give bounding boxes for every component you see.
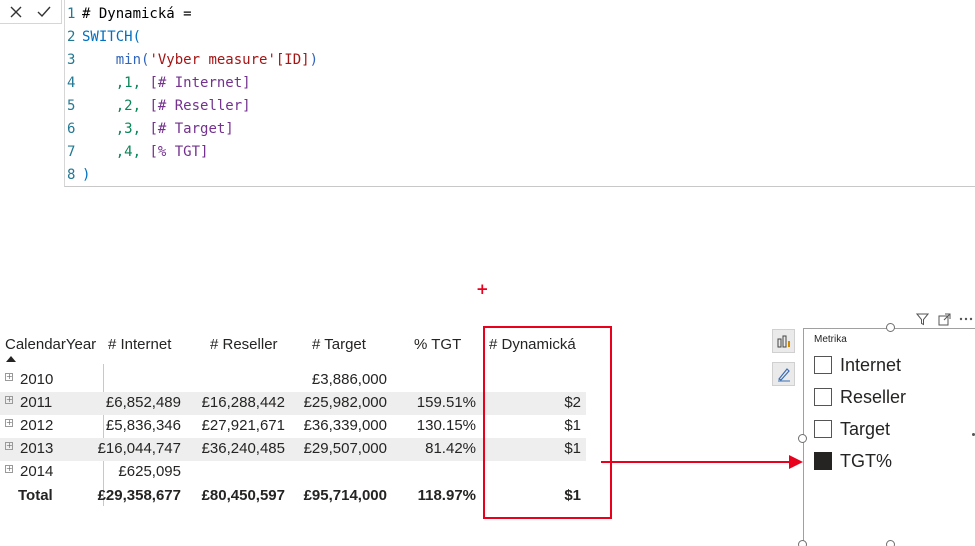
code-token: [# Internet] [149,75,251,91]
code-token: 'Vyber measure'[ID] [149,52,310,68]
dax-formula-editor[interactable]: 1 # Dynamická = 2 SWITCH( 3 min('Vyber measu… [64,0,975,187]
code-token: ) [82,167,91,183]
commit-check-icon[interactable] [32,1,56,23]
cell-internet: £16,044,747 [97,440,181,457]
code-line: 5 ,2, [# Reseller] [65,95,251,118]
code-token: min( [82,52,150,68]
sort-ascending-icon[interactable] [6,356,16,362]
resize-handle[interactable] [886,323,895,332]
visual-header-icons [914,312,974,326]
slicer-item-reseller[interactable]: Reseller [814,385,906,409]
expand-row-icon[interactable]: + [5,396,13,404]
checkbox-icon[interactable] [814,356,832,374]
cell-target: £29,507,000 [303,440,387,457]
cell-year: 2010 [20,371,54,388]
cell-reseller: £36,240,485 [201,440,285,457]
code-line: 4 ,1, [# Internet] [65,72,251,95]
cell-year: 2014 [20,463,54,480]
resize-handle[interactable] [798,540,807,546]
code-line: 8) [65,164,90,187]
cell-tgt: 81.42% [425,440,476,457]
dynamicka-highlight-box [483,326,612,519]
line-number: 3 [67,52,76,68]
slicer-item-label: TGT% [840,450,892,471]
slicer-item-label: Target [840,418,891,439]
code-line: 3 min('Vyber measure'[ID]) [65,49,318,72]
slicer-item-internet[interactable]: Internet [814,353,901,377]
cell-reseller: £80,450,597 [201,487,285,504]
expand-row-icon[interactable]: + [5,373,13,381]
code-token: ,3, [82,121,150,137]
line-number: 6 [67,121,76,137]
slicer-item-label: Internet [840,354,902,375]
line-number: 1 [67,6,76,22]
expand-row-icon[interactable]: + [5,465,13,473]
format-visual-icon[interactable] [772,362,795,386]
cell-year: Total [18,487,53,504]
code-token: [% TGT] [149,144,209,160]
header-calendar-year[interactable]: CalendarYear [5,336,96,353]
expand-row-icon[interactable]: + [5,442,13,450]
header-reseller[interactable]: # Reseller [210,336,278,353]
cell-year: 2012 [20,417,54,434]
resize-handle[interactable] [886,540,895,546]
code-token: SWITCH( [82,29,142,45]
header-pct-tgt[interactable]: % TGT [414,336,461,353]
expand-row-icon[interactable]: + [5,419,13,427]
cell-target: £25,982,000 [303,394,387,411]
cell-internet: £6,852,489 [105,394,181,411]
code-token: ,2, [82,98,150,114]
line-number: 5 [67,98,76,114]
line-number: 4 [67,75,76,91]
slicer-title: Metrika [814,334,847,345]
cell-year: 2013 [20,440,54,457]
code-token: [# Reseller] [149,98,251,114]
cell-target: £36,339,000 [303,417,387,434]
slicer-item-target[interactable]: Target [814,417,890,441]
filter-icon[interactable] [914,312,930,326]
code-token: ,1, [82,75,150,91]
checkbox-icon[interactable] [814,388,832,406]
slicer-item-label: Reseller [840,386,907,407]
cell-target: £95,714,000 [303,487,387,504]
focus-mode-icon[interactable] [936,312,952,326]
code-token: [# Target] [149,121,234,137]
cell-internet: £5,836,346 [105,417,181,434]
line-number: 2 [67,29,76,45]
more-options-icon[interactable] [958,312,974,326]
slicer-item-tgt[interactable]: TGT% [814,449,892,473]
checkbox-icon[interactable] [814,420,832,438]
line-number: 7 [67,144,76,160]
metrika-slicer[interactable]: Metrika Internet Reseller Target TGT% [803,328,975,544]
cell-tgt: 130.15% [416,417,476,434]
cell-year: 2011 [20,394,53,411]
red-arrow-line [601,461,791,463]
formula-bar-actions [0,0,62,24]
cell-target: £3,886,000 [311,371,387,388]
header-target[interactable]: # Target [312,336,366,353]
header-internet[interactable]: # Internet [108,336,171,353]
code-line: 2 SWITCH( [65,26,141,49]
cell-internet: £625,095 [118,463,181,480]
cell-tgt: 118.97% [417,487,476,504]
build-visual-icon[interactable] [772,329,795,353]
cell-reseller: £27,921,671 [201,417,285,434]
resize-handle[interactable] [798,434,807,443]
code-token: ) [309,52,319,68]
cancel-icon[interactable] [4,1,28,23]
cell-reseller: £16,288,442 [201,394,285,411]
checkbox-icon[interactable] [814,452,832,470]
code-token: # Dynamická = [82,6,192,22]
cell-internet: £29,358,677 [97,487,181,504]
code-line: 6 ,3, [# Target] [65,118,234,141]
code-line: 1 # Dynamická = [65,3,192,26]
red-arrow-head-icon [789,455,803,469]
line-number: 8 [67,167,76,183]
code-line: 7 ,4, [% TGT] [65,141,208,164]
cell-tgt: 159.51% [416,394,476,411]
code-token: ,4, [82,144,150,160]
red-plus-icon: + [476,280,489,298]
